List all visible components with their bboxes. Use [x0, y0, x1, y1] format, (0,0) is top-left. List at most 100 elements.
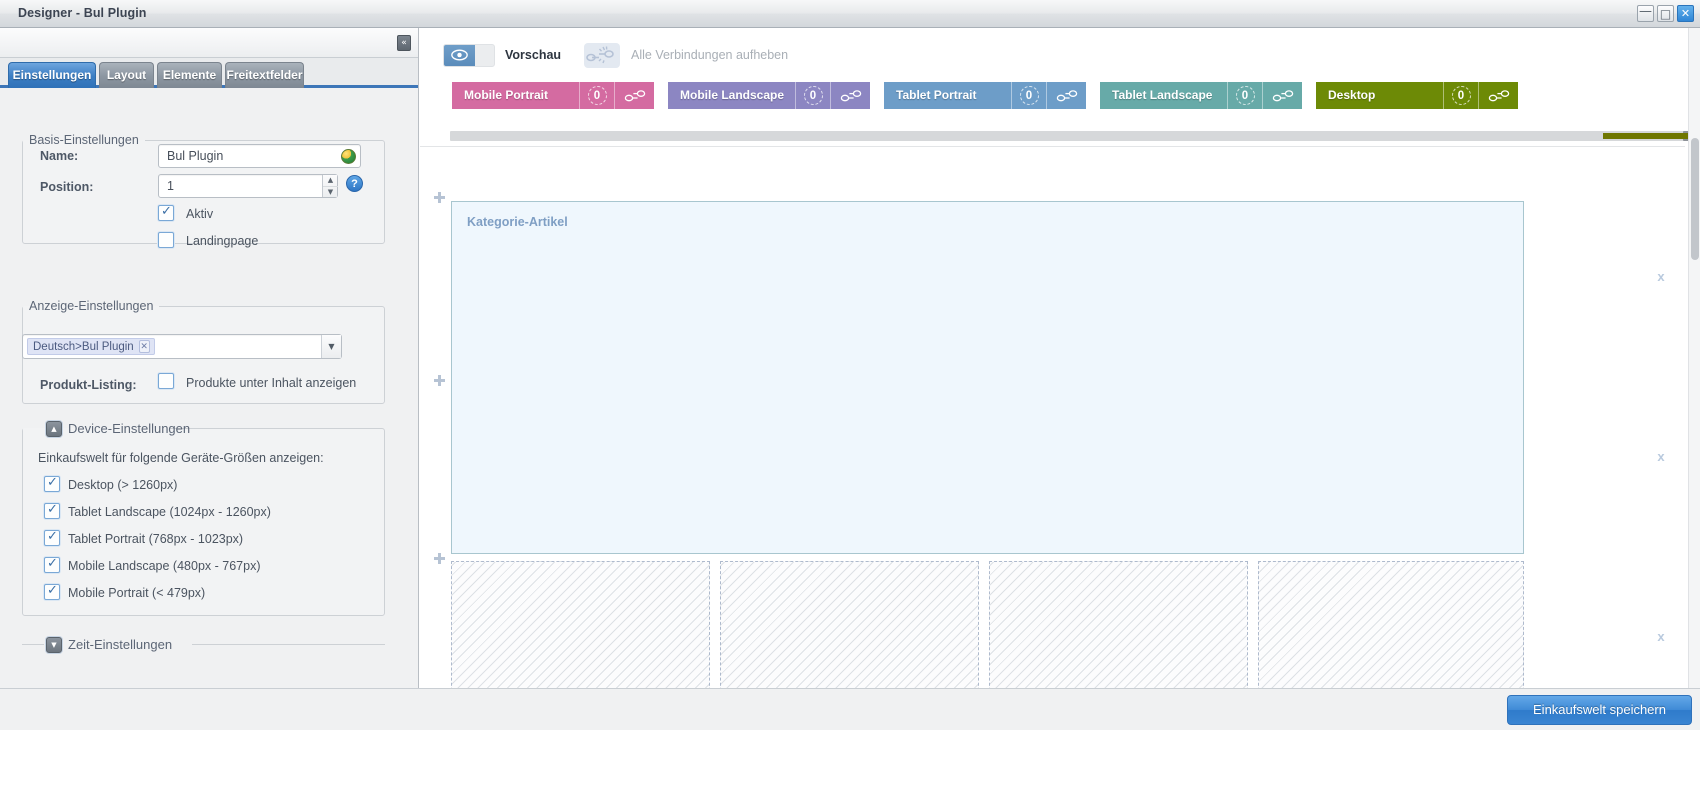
- device-tab-link-icon[interactable]: [830, 82, 870, 109]
- collapse-panel-button[interactable]: «: [397, 35, 411, 51]
- settings-form-body: Basis-Einstellungen Name: Bul Plugin Pos…: [0, 91, 418, 688]
- link-icon: [1488, 89, 1509, 101]
- canvas-element-kategorie-artikel[interactable]: Kategorie-Artikel: [451, 201, 1524, 554]
- zeit-settings-collapse-icon[interactable]: ▼: [46, 637, 62, 653]
- device-tab-label: Tablet Landscape: [1112, 88, 1213, 102]
- globe-icon[interactable]: [341, 149, 356, 164]
- device-label-mobile-landscape: Mobile Landscape (480px - 767px): [68, 559, 261, 573]
- link-icon: [840, 89, 861, 101]
- remove-element-marker-2[interactable]: x: [1654, 450, 1668, 464]
- device-tab-link-icon[interactable]: [1478, 82, 1518, 109]
- tab-elemente[interactable]: Elemente: [157, 62, 222, 88]
- placeholder-cell-2[interactable]: [720, 561, 979, 688]
- chevron-down-icon[interactable]: ▼: [321, 335, 341, 358]
- preview-label: Vorschau: [505, 48, 562, 62]
- remove-category-icon[interactable]: ✕: [138, 340, 150, 353]
- device-tab-label: Mobile Landscape: [680, 88, 785, 102]
- landingpage-checkbox[interactable]: [158, 232, 174, 248]
- tab-layout[interactable]: Layout: [99, 62, 154, 88]
- stepper-down-icon[interactable]: ▼: [323, 186, 338, 197]
- link-icon: [1272, 89, 1293, 101]
- device-checkbox-desktop[interactable]: [44, 475, 60, 492]
- device-tab-label: Tablet Portrait: [896, 88, 977, 102]
- tab-einstellungen[interactable]: Einstellungen: [8, 62, 96, 88]
- zeit-legend-rule-right: [192, 644, 385, 645]
- device-checkbox-mobile-landscape[interactable]: [44, 556, 60, 573]
- layout-canvas: Kategorie-Artikel x x x: [420, 146, 1685, 688]
- window-titlebar: Designer - Bul Plugin — □ ✕: [0, 0, 1700, 28]
- device-tab-count: 0: [1443, 82, 1478, 109]
- device-breakpoint-tabs: Mobile Portrait 0 Mobile Landscape 0 Tab…: [420, 78, 1700, 118]
- add-row-handle-bottom[interactable]: [434, 553, 445, 564]
- landingpage-label: Landingpage: [186, 234, 259, 248]
- device-tab-mobile-portrait[interactable]: Mobile Portrait 0: [452, 82, 654, 109]
- placeholder-cell-4[interactable]: [1258, 561, 1524, 688]
- aktiv-checkbox[interactable]: [158, 204, 174, 221]
- preview-toggle[interactable]: [443, 44, 495, 67]
- device-intro-text: Einkaufswelt für folgende Geräte-Größen …: [38, 451, 324, 465]
- window-controls: — □ ✕: [1637, 5, 1694, 22]
- remove-element-marker-1[interactable]: x: [1654, 270, 1668, 284]
- device-tab-desktop[interactable]: Desktop 0: [1316, 82, 1518, 109]
- device-tab-count: 0: [795, 82, 830, 109]
- position-stepper[interactable]: ▲ ▼: [322, 175, 338, 197]
- preview-toolbar: Vorschau Alle Verbindungen aufheben: [420, 28, 1700, 78]
- device-checkbox-tablet-landscape[interactable]: [44, 502, 60, 519]
- minimize-button[interactable]: —: [1637, 5, 1654, 22]
- vertical-scrollbar-thumb[interactable]: [1691, 138, 1699, 260]
- device-tab-count: 0: [579, 82, 614, 109]
- device-tab-label: Desktop: [1328, 88, 1376, 102]
- unlink-all-button[interactable]: [584, 43, 620, 68]
- eye-icon: [451, 49, 468, 61]
- maximize-icon: □: [1659, 6, 1672, 21]
- device-label-tablet-landscape: Tablet Landscape (1024px - 1260px): [68, 505, 271, 519]
- zeit-settings-title: Zeit-Einstellungen: [68, 637, 173, 652]
- device-tab-link-icon[interactable]: [614, 82, 654, 109]
- close-button[interactable]: ✕: [1677, 5, 1694, 22]
- close-icon: ✕: [1680, 7, 1691, 20]
- aktiv-label: Aktiv: [186, 207, 214, 221]
- canvas-element-title: Kategorie-Artikel: [467, 215, 568, 229]
- horizontal-scrollbar[interactable]: [450, 131, 1693, 141]
- position-input[interactable]: 1: [158, 174, 338, 198]
- left-panel-toolbar: «: [0, 28, 418, 58]
- basis-settings-legend: Basis-Einstellungen: [29, 133, 139, 147]
- placeholder-cell-3[interactable]: [989, 561, 1248, 688]
- unlink-all-label: Alle Verbindungen aufheben: [631, 48, 789, 62]
- remove-element-marker-3[interactable]: x: [1654, 630, 1668, 644]
- tab-freitextfelder[interactable]: Freitextfelder: [225, 62, 304, 88]
- bottom-bar-inner: Einkaufswelt speichern: [0, 688, 1700, 730]
- unlink-icon: [586, 46, 614, 64]
- save-einkaufswelt-button[interactable]: Einkaufswelt speichern: [1507, 695, 1692, 725]
- device-label-desktop: Desktop (> 1260px): [68, 478, 178, 492]
- desktop-tab-overflow-strip: [1603, 133, 1693, 139]
- link-icon: [624, 89, 645, 101]
- device-tab-link-icon[interactable]: [1046, 82, 1086, 109]
- device-tab-link-icon[interactable]: [1262, 82, 1302, 109]
- device-label-mobile-portrait: Mobile Portrait (< 479px): [68, 586, 206, 600]
- device-tab-tablet-portrait[interactable]: Tablet Portrait 0: [884, 82, 1086, 109]
- add-row-handle-middle[interactable]: [434, 375, 445, 386]
- help-icon[interactable]: ?: [346, 175, 363, 192]
- placeholder-cell-1[interactable]: [451, 561, 710, 688]
- name-label: Name:: [40, 149, 79, 163]
- device-settings-collapse-icon[interactable]: ▲: [46, 421, 62, 437]
- settings-tab-strip: Einstellungen Layout Elemente Freitextfe…: [0, 58, 418, 88]
- maximize-button[interactable]: □: [1657, 5, 1674, 22]
- device-tab-mobile-landscape[interactable]: Mobile Landscape 0: [668, 82, 870, 109]
- device-checkbox-mobile-portrait[interactable]: [44, 583, 60, 600]
- vertical-scrollbar[interactable]: [1688, 28, 1700, 688]
- produkt-listing-checkbox[interactable]: [158, 373, 174, 389]
- stepper-up-icon[interactable]: ▲: [323, 175, 338, 186]
- position-label: Position:: [40, 180, 94, 194]
- device-checkbox-tablet-portrait[interactable]: [44, 529, 60, 546]
- window-title: Designer - Bul Plugin: [18, 6, 147, 20]
- name-input[interactable]: Bul Plugin: [158, 144, 361, 168]
- produkt-listing-label: Produkt-Listing:: [40, 378, 137, 392]
- device-settings-title: Device-Einstellungen: [68, 421, 191, 436]
- device-tab-tablet-landscape[interactable]: Tablet Landscape 0: [1100, 82, 1302, 109]
- category-multiselect[interactable]: Deutsch>Bul Plugin ✕ ▼: [22, 334, 342, 359]
- add-row-handle-top[interactable]: [434, 192, 445, 203]
- bottom-bar: Einkaufswelt speichern: [0, 688, 1700, 785]
- device-tab-label: Mobile Portrait: [464, 88, 549, 102]
